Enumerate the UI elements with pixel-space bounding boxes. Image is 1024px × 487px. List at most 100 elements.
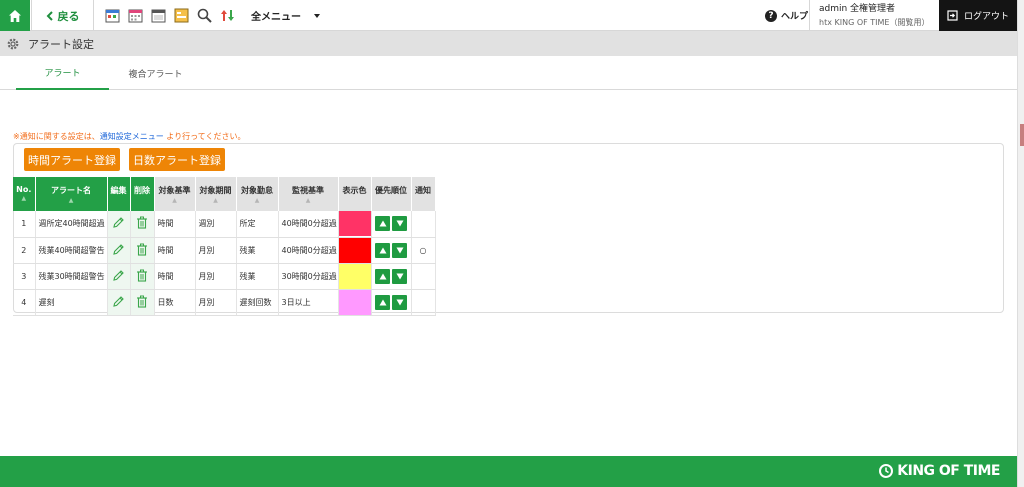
table-row: 2 残業40時間超警告 時間 月別 残業 40時間0分超過 ○ (13, 237, 436, 264)
row-no: 3 (13, 263, 36, 290)
row-color (338, 237, 372, 264)
row-no: 1 (13, 211, 36, 238)
top-bar: 戻る 全メニュー ? ヘルプ admin 全権管理者 htx KING OF T… (0, 0, 1024, 31)
priority-down-button[interactable] (392, 294, 407, 310)
edit-pencil-icon[interactable] (112, 295, 125, 310)
delete-trash-icon[interactable] (136, 216, 148, 231)
logout-label: ログアウト (963, 12, 1009, 22)
footer: KING OF TIME (0, 456, 1024, 487)
sort-icon: ▲ (21, 195, 27, 202)
alert-table: No. ▲ アラート名 ▲ 編集 削除 対象基準 ▲ 対象期間 ▲ 対象勤怠 ▲ 監視基準… (13, 177, 436, 316)
row-priority (371, 263, 412, 290)
notice-suffix: より行ってください。 (163, 132, 246, 141)
edit-cell (107, 211, 131, 238)
time-alert-register-button[interactable]: 時間アラート登録 (24, 148, 120, 171)
delete-trash-icon[interactable] (136, 295, 148, 310)
edit-pencil-icon[interactable] (112, 269, 125, 284)
vertical-scrollbar[interactable] (1017, 0, 1024, 487)
help-label: ヘルプ (781, 12, 809, 22)
delete-cell (130, 263, 155, 290)
col-color: 表示色 (338, 177, 372, 211)
col-monitor[interactable]: 監視基準 ▲ (278, 177, 339, 211)
brand-text: KING OF TIME (897, 463, 1000, 479)
brand-logo: KING OF TIME (879, 463, 1000, 479)
row-period: 週別 (195, 211, 237, 238)
notification-settings-link[interactable]: 通知設定メニュー (100, 132, 164, 141)
table-row: 3 残業30時間超警告 時間 月別 残業 30時間0分超過 (13, 263, 436, 290)
delete-cell (130, 237, 155, 264)
sort-icon: ▲ (254, 197, 260, 204)
sort-icon: ▲ (305, 197, 311, 204)
all-menu-label: 全メニュー (251, 12, 301, 23)
col-priority: 優先順位 (371, 177, 412, 211)
back-label: 戻る (57, 9, 80, 23)
col-edit: 編集 (107, 177, 131, 211)
logout-button[interactable]: ログアウト (939, 0, 1017, 31)
edit-pencil-icon[interactable] (112, 243, 125, 258)
priority-up-button[interactable] (375, 216, 390, 232)
row-target: 所定 (236, 211, 279, 238)
tab-compound-alert[interactable]: 複合アラート (109, 56, 202, 90)
row-no: 2 (13, 237, 36, 264)
row-basis: 時間 (154, 211, 196, 238)
clock-logo-icon (879, 464, 894, 478)
schedule-icon[interactable] (173, 7, 190, 24)
tab-bar: アラート 複合アラート (0, 56, 1017, 90)
row-color (338, 263, 372, 290)
scroll-thumb[interactable] (1020, 124, 1024, 146)
sort-icon: ▲ (68, 197, 74, 204)
daily-calendar-icon[interactable] (104, 7, 121, 24)
notice-prefix: ※通知に関する設定は、 (13, 132, 100, 141)
delete-trash-icon[interactable] (136, 269, 148, 284)
col-target[interactable]: 対象勤怠 ▲ (236, 177, 279, 211)
home-button[interactable] (0, 0, 30, 31)
edit-cell (107, 289, 131, 316)
row-priority (371, 289, 412, 316)
priority-up-button[interactable] (375, 242, 390, 258)
sort-arrows-icon[interactable] (219, 7, 236, 24)
table-header-row: No. ▲ アラート名 ▲ 編集 削除 対象基準 ▲ 対象期間 ▲ 対象勤怠 ▲ 監視基準… (13, 177, 436, 211)
row-basis: 日数 (154, 289, 196, 316)
edit-pencil-icon[interactable] (112, 217, 125, 231)
row-basis: 時間 (154, 263, 196, 290)
row-alert-name: 週所定40時間超過 (35, 211, 108, 238)
priority-down-button[interactable] (392, 216, 407, 232)
row-monitor: 40時間0分超過 (278, 237, 339, 264)
back-button[interactable]: 戻る (31, 0, 94, 31)
yearly-calendar-icon[interactable] (150, 7, 167, 24)
color-swatch (338, 263, 370, 288)
row-color (338, 289, 372, 316)
sort-icon: ▲ (172, 197, 177, 204)
row-alert-name: 残業30時間超警告 (35, 263, 108, 290)
user-name: admin 全権管理者 (819, 4, 896, 14)
col-basis[interactable]: 対象基準 ▲ (154, 177, 196, 211)
row-notify: ○ (411, 237, 436, 264)
gear-icon (7, 38, 19, 49)
notice-text: ※通知に関する設定は、通知設定メニュー より行ってください。 (13, 131, 245, 142)
caret-down-icon (314, 13, 320, 18)
delete-trash-icon[interactable] (136, 243, 148, 258)
search-icon[interactable] (196, 7, 213, 24)
row-period: 月別 (195, 263, 237, 290)
day-alert-register-button[interactable]: 日数アラート登録 (129, 148, 225, 171)
help-link[interactable]: ? ヘルプ (765, 0, 808, 31)
priority-down-button[interactable] (392, 268, 407, 284)
row-monitor: 40時間0分超過 (278, 211, 339, 238)
tab-alert[interactable]: アラート (16, 56, 109, 90)
priority-up-button[interactable] (375, 294, 390, 310)
color-swatch (338, 211, 370, 236)
row-priority (371, 237, 412, 264)
col-no[interactable]: No. ▲ (13, 177, 36, 211)
priority-down-button[interactable] (392, 242, 407, 258)
all-menu-dropdown[interactable]: 全メニュー (251, 0, 321, 31)
chevron-left-icon (46, 10, 53, 21)
delete-cell (130, 211, 155, 238)
col-alert-name[interactable]: アラート名 ▲ (35, 177, 108, 211)
row-basis: 時間 (154, 237, 196, 264)
page-header: アラート設定 (0, 31, 1017, 56)
row-period: 月別 (195, 237, 237, 264)
monthly-calendar-icon[interactable] (127, 7, 144, 24)
priority-up-button[interactable] (375, 268, 390, 284)
col-period[interactable]: 対象期間 ▲ (195, 177, 237, 211)
sort-icon: ▲ (213, 197, 218, 204)
